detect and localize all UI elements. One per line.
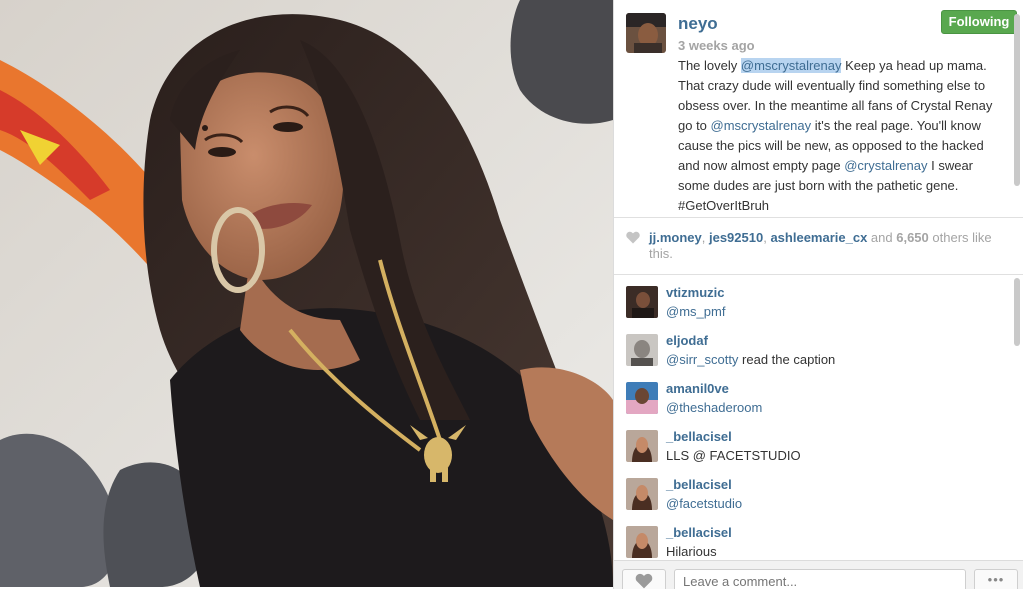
comment-text: Hilarious <box>666 544 717 559</box>
caption-mention-link[interactable]: @mscrystalrenay <box>711 118 812 133</box>
comment-item: vtizmuzic @ms_pmf <box>614 276 1023 324</box>
owner-avatar[interactable] <box>626 13 666 53</box>
heart-icon <box>626 231 640 244</box>
comment-item: eljodaf @sirr_scotty read the caption <box>614 324 1023 372</box>
post-photo-image <box>0 0 613 587</box>
commenter-avatar[interactable] <box>626 382 658 414</box>
post-detail-panel: neyo Following 3 weeks ago The lovely @m… <box>613 0 1023 589</box>
comment-item: _bellacisel @facetstudio <box>614 468 1023 516</box>
comment-input[interactable] <box>674 569 966 589</box>
liker-username[interactable]: ashleemarie_cx <box>770 230 867 245</box>
likes-count[interactable]: 6,650 <box>896 230 929 245</box>
commenter-avatar[interactable] <box>626 430 658 462</box>
post-header: neyo Following 3 weeks ago The lovely @m… <box>614 0 1023 218</box>
comment-item: _bellacisel Hilarious <box>614 516 1023 560</box>
caption-scrollbar[interactable] <box>1014 14 1020 186</box>
liker-username[interactable]: jes92510 <box>709 230 763 245</box>
likes-separator: , <box>701 230 709 245</box>
comment-item: amanil0ve @theshaderoom <box>614 372 1023 420</box>
comment-username[interactable]: _bellacisel <box>666 429 732 444</box>
post-photo[interactable] <box>0 0 613 587</box>
comment-text: LLS @ FACETSTUDIO <box>666 448 801 463</box>
commenter-avatar[interactable] <box>626 286 658 318</box>
comment-body: LLS @ FACETSTUDIO <box>666 448 801 463</box>
comment-username[interactable]: _bellacisel <box>666 525 732 540</box>
comment-text: @sirr_scotty read the caption <box>666 352 835 367</box>
commenter-avatar[interactable] <box>626 526 658 558</box>
more-options-button[interactable]: ••• <box>974 569 1018 589</box>
comment-mention-link[interactable]: @ms_pmf <box>666 304 725 319</box>
likes-and: and <box>867 230 897 245</box>
comment-mention-link[interactable]: @theshaderoom <box>666 400 762 415</box>
comment-username[interactable]: amanil0ve <box>666 381 729 396</box>
comment-footer: ••• <box>614 560 1023 589</box>
comment-username[interactable]: eljodaf <box>666 333 708 348</box>
comment-body: read the caption <box>738 352 836 367</box>
comment-username[interactable]: vtizmuzic <box>666 285 725 300</box>
heart-icon <box>635 573 653 589</box>
comment-item: _bellacisel LLS @ FACETSTUDIO <box>614 420 1023 468</box>
comment-mention-link[interactable]: @sirr_scotty <box>666 352 738 367</box>
caption-mention-link[interactable]: @mscrystalrenay <box>740 58 842 73</box>
commenter-avatar[interactable] <box>626 334 658 366</box>
post-timestamp: 3 weeks ago <box>678 38 755 53</box>
likes-text: jj.money, jes92510, ashleemarie_cx and 6… <box>649 230 999 262</box>
post-caption: The lovely @mscrystalrenay Keep ya head … <box>678 56 1008 216</box>
comment-body: Hilarious <box>666 544 717 559</box>
liker-username[interactable]: jj.money <box>649 230 702 245</box>
comments-scrollbar[interactable] <box>1014 278 1020 346</box>
caption-text: The lovely <box>678 58 741 73</box>
commenter-avatar[interactable] <box>626 478 658 510</box>
comment-text: @ms_pmf <box>666 304 725 319</box>
likes-section: jj.money, jes92510, ashleemarie_cx and 6… <box>614 219 1023 275</box>
more-icon: ••• <box>987 572 1005 587</box>
comment-mention-link[interactable]: @facetstudio <box>666 496 742 511</box>
comment-text: @theshaderoom <box>666 400 762 415</box>
comments-list: vtizmuzic @ms_pmf eljodaf @sirr_scotty r… <box>614 276 1023 560</box>
following-button[interactable]: Following <box>941 10 1017 34</box>
like-button[interactable] <box>622 569 666 589</box>
caption-mention-link[interactable]: @crystalrenay <box>844 158 927 173</box>
comment-username[interactable]: _bellacisel <box>666 477 732 492</box>
owner-username[interactable]: neyo <box>678 14 718 34</box>
comment-text: @facetstudio <box>666 496 742 511</box>
